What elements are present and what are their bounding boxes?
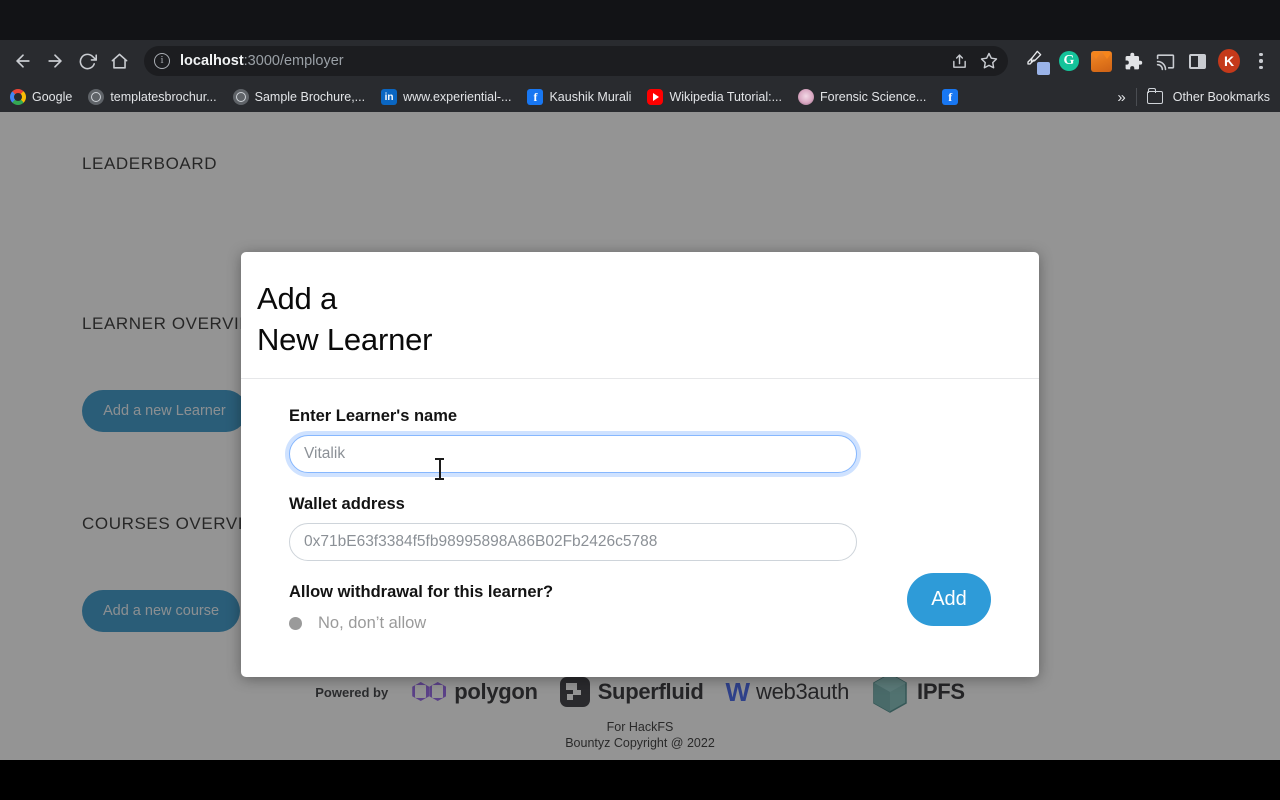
- radio-dot-icon[interactable]: [289, 617, 302, 630]
- modal-header: Add a New Learner: [241, 252, 1039, 379]
- address-bar-url: localhost:3000/employer: [180, 53, 344, 69]
- divider: [1135, 88, 1137, 106]
- bookmark-item[interactable]: Google: [10, 89, 72, 105]
- youtube-icon: [647, 89, 664, 105]
- forensic-icon: [798, 89, 814, 105]
- metamask-fox-icon[interactable]: [1090, 50, 1112, 72]
- other-bookmarks-label[interactable]: Other Bookmarks: [1173, 90, 1270, 104]
- modal-title-line2: New Learner: [257, 322, 433, 357]
- wallet-address-label: Wallet address: [289, 495, 405, 513]
- add-button[interactable]: Add: [907, 573, 991, 626]
- withdrawal-question-label: Allow withdrawal for this learner?: [289, 583, 554, 601]
- bookmark-star-icon[interactable]: [980, 52, 998, 70]
- browser-toolbar: i localhost:3000/employer G K: [0, 40, 1280, 82]
- bookmark-label: Sample Brochure,...: [254, 90, 366, 104]
- bookmark-item[interactable]: templatesbrochur...: [88, 89, 217, 105]
- window-bottom-area: [0, 760, 1280, 800]
- bookmark-item[interactable]: f: [942, 89, 959, 105]
- add-learner-modal: Add a New Learner Enter Learner's name W…: [241, 252, 1039, 677]
- bookmark-item[interactable]: Sample Brochure,...: [232, 89, 366, 105]
- linkedin-icon: in: [381, 89, 398, 105]
- learner-name-label: Enter Learner's name: [289, 407, 458, 425]
- bookmark-label: Kaushik Murali: [549, 90, 632, 104]
- bookmark-label: www.experiential-...: [403, 90, 512, 104]
- wallet-address-input[interactable]: [289, 523, 857, 561]
- profile-avatar[interactable]: K: [1218, 49, 1240, 73]
- bookmarks-bar: Google templatesbrochur... Sample Brochu…: [0, 82, 1280, 112]
- url-path: :3000/employer: [243, 53, 344, 69]
- cast-icon[interactable]: [1154, 50, 1176, 72]
- url-host: localhost: [180, 53, 244, 69]
- learner-name-input[interactable]: [289, 435, 857, 473]
- extensions-puzzle-icon[interactable]: [1122, 50, 1144, 72]
- bookmark-item[interactable]: in www.experiential-...: [381, 89, 511, 105]
- side-panel-icon[interactable]: [1186, 50, 1208, 72]
- folder-icon: [1146, 87, 1163, 104]
- back-arrow-icon[interactable]: [8, 46, 38, 76]
- chrome-menu-icon[interactable]: [1250, 50, 1272, 72]
- extension-icons: G K: [1016, 49, 1272, 75]
- bookmark-item[interactable]: f Kaushik Murali: [527, 89, 631, 105]
- grammarly-icon[interactable]: G: [1058, 50, 1080, 72]
- google-icon: [10, 89, 26, 105]
- tab-strip: [0, 0, 1280, 40]
- bookmark-label: Wikipedia Tutorial:...: [669, 90, 782, 104]
- facebook-icon: f: [527, 89, 544, 105]
- bookmark-label: Forensic Science...: [820, 90, 927, 104]
- learner-name-input-wrapper: [289, 435, 857, 480]
- eyedropper-icon[interactable]: [1026, 50, 1050, 75]
- withdrawal-toggle[interactable]: No, don’t allow: [289, 614, 907, 633]
- wallet-address-field-group: Wallet address: [289, 495, 1039, 561]
- withdrawal-option-label: No, don’t allow: [318, 614, 427, 632]
- withdrawal-row: Allow withdrawal for this learner? No, d…: [289, 573, 1039, 633]
- address-bar[interactable]: i localhost:3000/employer: [144, 46, 1008, 76]
- bookmark-item[interactable]: Forensic Science...: [798, 89, 926, 105]
- avatar-initial: K: [1218, 49, 1240, 73]
- bookmark-label: templatesbrochur...: [110, 90, 217, 104]
- browser-window: i localhost:3000/employer G K Google tem…: [0, 0, 1280, 800]
- globe-icon: [232, 89, 249, 105]
- share-icon[interactable]: [951, 53, 968, 70]
- home-icon[interactable]: [104, 46, 134, 76]
- bookmarks-overflow-button[interactable]: »: [1117, 89, 1125, 106]
- bookmark-item[interactable]: Wikipedia Tutorial:...: [647, 89, 782, 105]
- bookmark-label: Google: [32, 90, 73, 104]
- page-viewport: LEADERBOARD LEARNER OVERVIEW Add a new L…: [0, 112, 1280, 760]
- facebook-icon: f: [942, 89, 959, 105]
- modal-title-line1: Add a: [257, 281, 338, 316]
- forward-arrow-icon[interactable]: [40, 46, 70, 76]
- learner-name-field-group: Enter Learner's name: [289, 407, 1039, 480]
- reload-icon[interactable]: [72, 46, 102, 76]
- modal-body: Enter Learner's name Wallet address Allo…: [241, 379, 1039, 677]
- site-information-icon[interactable]: i: [154, 53, 170, 69]
- globe-icon: [88, 89, 105, 105]
